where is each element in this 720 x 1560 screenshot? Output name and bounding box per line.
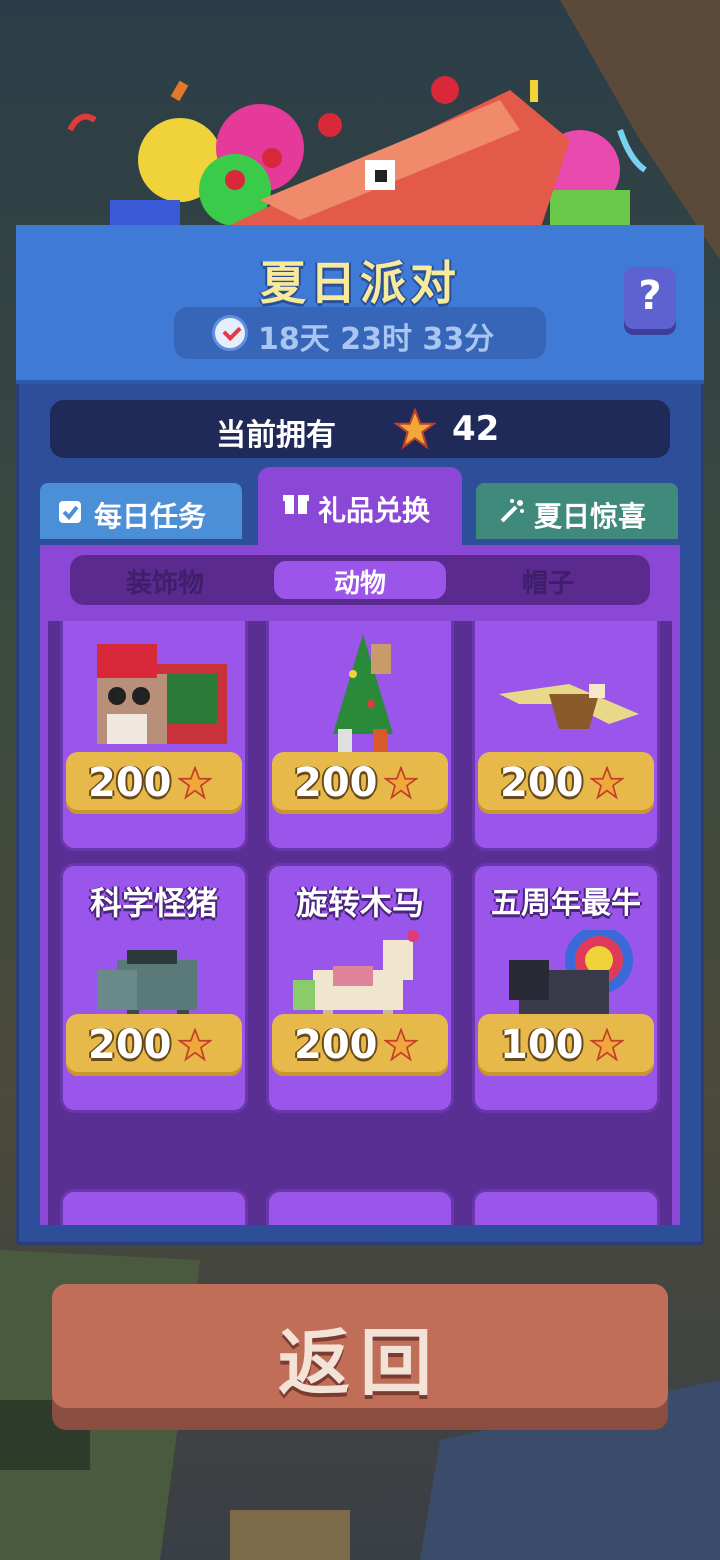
gift-icon <box>283 495 309 514</box>
item-name: 五周年最牛 <box>491 886 641 921</box>
item-name: 科学怪猪 <box>89 884 218 922</box>
item-card[interactable]: 旋转木马 200 <box>266 863 454 1113</box>
currency-bar: 当前拥有 42 <box>50 400 670 458</box>
item-card[interactable] <box>472 1189 660 1225</box>
star-icon <box>384 766 418 800</box>
item-card[interactable]: 200 <box>472 621 660 851</box>
star-icon <box>394 408 436 450</box>
event-title: 夏日派对 <box>260 256 460 310</box>
party-banner-art <box>40 30 680 240</box>
currency-label: 当前拥有 <box>216 418 336 453</box>
star-icon <box>590 766 624 800</box>
star-icon <box>178 766 212 800</box>
event-panel: 夏日派对 18天 23时 33分 ? 当前拥有 42 每日任务 礼品兑换 夏日惊… <box>16 225 704 1245</box>
tab-daily-tasks[interactable]: 每日任务 <box>40 483 242 539</box>
category-subtabs: 装饰物 动物 帽子 <box>70 555 650 605</box>
price-button[interactable]: 200 <box>66 752 242 842</box>
star-icon <box>590 1028 624 1062</box>
price-value: 200 <box>500 760 584 806</box>
price-button[interactable]: 200 <box>272 1014 448 1104</box>
star-icon <box>384 1028 418 1062</box>
subtab-animals-label: 动物 <box>333 569 386 599</box>
subtab-hats[interactable]: 帽子 <box>522 563 574 600</box>
price-value: 200 <box>294 1022 378 1068</box>
gift-exchange-content: 装饰物 动物 帽子 200 200 200 科学怪猪 200 旋转木马 200 … <box>40 545 680 1225</box>
currency-amount: 42 <box>452 409 500 449</box>
event-header: 夏日派对 18天 23时 33分 ? <box>16 225 704 384</box>
item-card[interactable]: 五周年最牛 100 <box>472 863 660 1113</box>
price-value: 200 <box>88 1022 172 1068</box>
help-button[interactable]: ? <box>624 267 676 329</box>
tab-gift-exchange[interactable]: 礼品兑换 <box>258 467 462 547</box>
subtab-animals[interactable]: 动物 <box>274 561 446 599</box>
tab-summer-surprise[interactable]: 夏日惊喜 <box>476 483 678 539</box>
sparkle-icon <box>500 499 524 523</box>
item-card[interactable] <box>266 1189 454 1225</box>
subtab-decorations[interactable]: 装饰物 <box>126 563 204 600</box>
price-value: 100 <box>500 1022 584 1068</box>
price-button[interactable]: 200 <box>66 1014 242 1104</box>
price-button[interactable]: 100 <box>478 1014 654 1104</box>
item-card[interactable] <box>60 1189 248 1225</box>
item-card[interactable]: 科学怪猪 200 <box>60 863 248 1113</box>
tab-surprise-label: 夏日惊喜 <box>534 500 647 533</box>
item-card[interactable]: 200 <box>266 621 454 851</box>
event-timer: 18天 23时 33分 <box>174 307 546 359</box>
tab-gift-label: 礼品兑换 <box>318 494 431 527</box>
clock-check-icon <box>212 315 248 351</box>
price-button[interactable]: 200 <box>272 752 448 842</box>
price-value: 200 <box>294 760 378 806</box>
back-button[interactable]: 返回 <box>52 1284 668 1434</box>
star-icon <box>178 1028 212 1062</box>
item-grid[interactable]: 200 200 200 科学怪猪 200 旋转木马 200 五周年最牛 100 <box>48 621 672 1225</box>
timer-text: 18天 23时 33分 <box>258 322 495 357</box>
back-button-label: 返回 <box>277 1321 442 1405</box>
santa-yak-art <box>97 644 227 744</box>
price-value: 200 <box>88 760 172 806</box>
tab-daily-label: 每日任务 <box>94 500 207 533</box>
item-card[interactable]: 200 <box>60 621 248 851</box>
item-name: 旋转木马 <box>295 884 424 922</box>
price-button[interactable]: 200 <box>478 752 654 842</box>
christmas-tree-zebra-art <box>333 634 393 764</box>
checklist-icon <box>59 501 81 523</box>
eagle-art <box>499 684 639 729</box>
